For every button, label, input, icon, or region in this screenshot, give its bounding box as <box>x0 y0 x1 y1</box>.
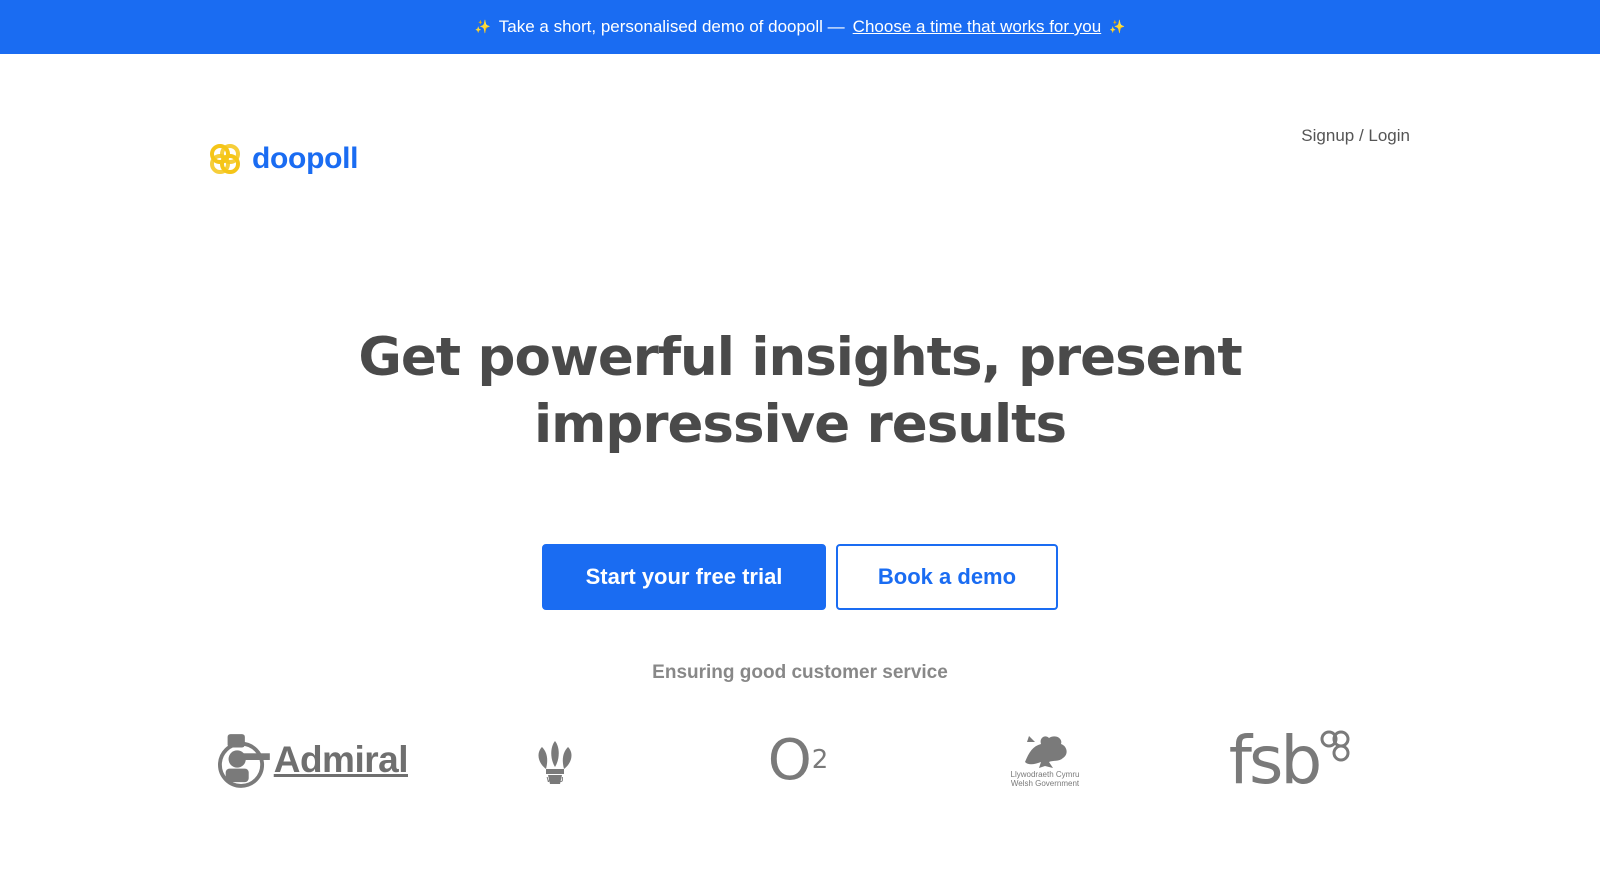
o2-subscript: 2 <box>811 745 829 775</box>
client-logos: Admiral WRU O2 Llywodraeth Cymru Welsh G… <box>0 722 1600 799</box>
cta-group: Start your free trial Book a demo <box>0 544 1600 610</box>
admiral-wordmark: Admiral <box>273 739 409 780</box>
brand-logo[interactable]: doopoll <box>208 142 359 176</box>
o2-logo: O2 <box>758 725 838 795</box>
fsb-wordmark: fsb <box>1228 721 1322 799</box>
brand-name: doopoll <box>252 142 359 175</box>
fsb-logo: fsb <box>1220 722 1360 799</box>
admiral-figure-icon <box>218 734 270 788</box>
welsh-government-logo: Llywodraeth Cymru Welsh Government <box>1010 725 1080 795</box>
sparkle-icon: ✨ <box>1109 19 1126 34</box>
wru-logo: WRU <box>520 725 590 795</box>
start-free-trial-button[interactable]: Start your free trial <box>542 544 826 610</box>
book-demo-button[interactable]: Book a demo <box>836 544 1058 610</box>
welsh-dragon-icon <box>1025 736 1067 768</box>
welsh-line-1: Llywodraeth Cymru <box>1010 770 1080 779</box>
welsh-line-2: Welsh Government <box>1010 779 1080 788</box>
headline-line-1: Get powerful insights, present <box>358 327 1242 388</box>
hero-headline: Get powerful insights, present impressiv… <box>0 324 1600 458</box>
wru-wordmark: WRU <box>546 776 564 784</box>
admiral-logo: Admiral <box>218 725 409 795</box>
doopoll-logo-icon <box>210 144 240 174</box>
client-tagline: Ensuring good customer service <box>652 662 948 683</box>
sparkle-icon: ✨ <box>474 19 491 34</box>
signup-login-link[interactable]: Signup / Login <box>1301 126 1410 146</box>
fsb-rings-icon <box>1320 730 1350 762</box>
banner-text: Take a short, personalised demo of doopo… <box>498 17 845 36</box>
promo-banner: ✨ Take a short, personalised demo of doo… <box>0 0 1600 54</box>
headline-line-2: impressive results <box>533 394 1067 455</box>
o2-letter: O <box>767 727 812 793</box>
banner-demo-link[interactable]: Choose a time that works for you <box>853 17 1102 37</box>
